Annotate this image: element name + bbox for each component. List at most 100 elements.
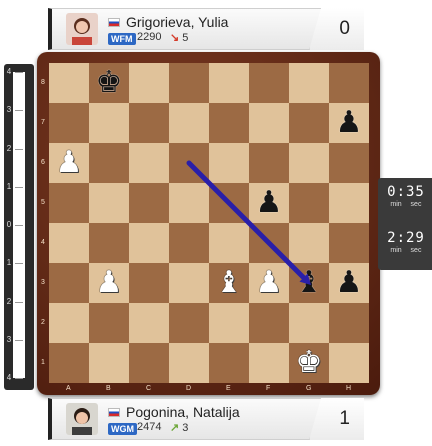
rank-label: 3 [41,279,45,286]
square-f2[interactable] [249,303,289,343]
square-a4[interactable] [49,223,89,263]
square-g5[interactable] [289,183,329,223]
square-c3[interactable] [129,263,169,303]
square-g8[interactable] [289,63,329,103]
eval-tick [15,148,23,150]
eval-tick [15,301,23,303]
square-d7[interactable] [169,103,209,143]
black-bishop-piece[interactable]: ♝ [289,263,329,303]
square-f6[interactable] [249,143,289,183]
square-h6[interactable] [329,143,369,183]
top-player-bar: Grigorieva, Yulia WFM 2290 ↘ 5 0 [48,8,364,50]
square-c6[interactable] [129,143,169,183]
eval-tick-label: 1 [6,181,12,191]
square-e1[interactable] [209,343,249,383]
square-e4[interactable] [209,223,249,263]
square-d1[interactable] [169,343,209,383]
square-f4[interactable] [249,223,289,263]
square-h2[interactable] [329,303,369,343]
square-g4[interactable] [289,223,329,263]
square-a1[interactable] [49,343,89,383]
top-player-rating: 2290 [137,31,162,43]
top-clock-min-label: min [390,201,402,208]
square-b1[interactable] [89,343,129,383]
square-e8[interactable] [209,63,249,103]
square-h8[interactable] [329,63,369,103]
square-e6[interactable] [209,143,249,183]
eval-tick-label: 4 [6,67,12,76]
square-c2[interactable] [129,303,169,343]
square-b2[interactable] [89,303,129,343]
eval-tick-label: 1 [6,258,12,268]
square-h1[interactable] [329,343,369,383]
top-player-avatar [66,13,98,45]
square-b4[interactable] [89,223,129,263]
file-label: F [266,385,271,392]
bottom-clock-sec-label: sec [410,247,422,254]
white-king-piece[interactable]: ♚ [289,343,329,383]
bottom-player-name: Pogonina, Natalija [126,404,240,420]
eval-tick [15,339,23,341]
square-g7[interactable] [289,103,329,143]
square-f8[interactable] [249,63,289,103]
top-clock-sec-label: sec [410,201,422,208]
top-player-score: 0 [339,18,350,39]
file-label: B [106,385,111,392]
square-g2[interactable] [289,303,329,343]
black-pawn-piece[interactable]: ♟ [329,263,369,303]
eval-tick-label: 4 [6,373,12,382]
bottom-clock-min-label: min [390,247,402,254]
bottom-clock-time: 2:29 [387,230,425,246]
chess-board[interactable]: 8 7 6 5 4 3 2 1 A B C D E F G H ♚ ♟ ♟ ♟ ♟ ♝ ♟ ♝ ♟ ♚ [41,63,369,392]
square-b6[interactable] [89,143,129,183]
square-a3[interactable] [49,263,89,303]
black-pawn-piece[interactable]: ♟ [329,103,369,143]
square-a2[interactable] [49,303,89,343]
square-d3[interactable] [169,263,209,303]
square-h5[interactable] [329,183,369,223]
top-clock: 0:35 min sec [384,184,428,220]
square-e5[interactable] [209,183,249,223]
square-a5[interactable] [49,183,89,223]
eval-tick-label: 3 [6,334,12,344]
square-h4[interactable] [329,223,369,263]
white-pawn-piece[interactable]: ♟ [49,143,89,183]
square-g6[interactable] [289,143,329,183]
square-d8[interactable] [169,63,209,103]
square-d4[interactable] [169,223,209,263]
square-c8[interactable] [129,63,169,103]
square-d5[interactable] [169,183,209,223]
white-pawn-piece[interactable]: ♟ [89,263,129,303]
square-e7[interactable] [209,103,249,143]
square-f7[interactable] [249,103,289,143]
white-pawn-piece[interactable]: ♟ [249,263,289,303]
eval-tick-label: 2 [6,143,12,153]
clock-panel: 0:35 min sec 2:29 min sec [378,178,432,270]
square-d6[interactable] [169,143,209,183]
square-e2[interactable] [209,303,249,343]
square-d2[interactable] [169,303,209,343]
eval-tick-label: 3 [6,105,12,115]
top-player-name: Grigorieva, Yulia [126,14,229,30]
arrow-down-icon: ↘ [170,32,180,44]
rank-label: 1 [41,359,45,366]
square-b7[interactable] [89,103,129,143]
eval-tick [15,378,23,379]
square-b5[interactable] [89,183,129,223]
file-label: E [226,385,231,392]
square-a7[interactable] [49,103,89,143]
black-king-piece[interactable]: ♚ [89,63,129,103]
square-c5[interactable] [129,183,169,223]
top-player-score-box: 0 [309,8,364,50]
square-f1[interactable] [249,343,289,383]
file-label: H [346,385,352,392]
white-bishop-piece[interactable]: ♝ [209,263,249,303]
top-player-rating-change: ↘ 5 [170,32,189,44]
bottom-player-rating-change: ↗ 3 [170,422,189,434]
square-a8[interactable] [49,63,89,103]
square-c7[interactable] [129,103,169,143]
black-pawn-piece[interactable]: ♟ [249,183,289,223]
square-c1[interactable] [129,343,169,383]
eval-tick [15,225,23,226]
square-c4[interactable] [129,223,169,263]
